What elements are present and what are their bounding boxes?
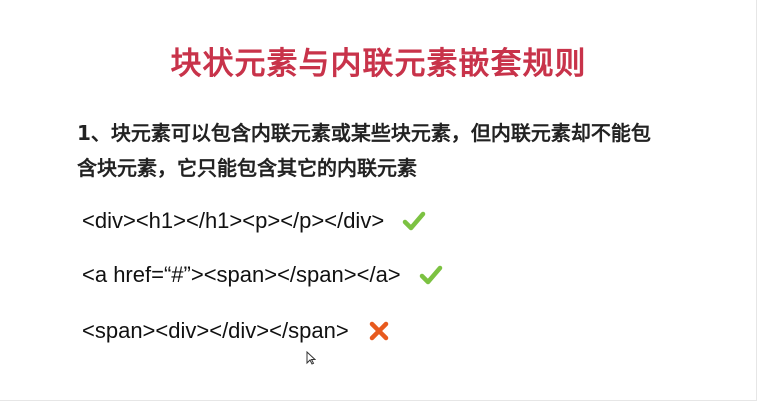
- rule-text: 1、块元素可以包含内联元素或某些块元素，但内联元素却不能包 含块元素，它只能包含…: [77, 116, 697, 186]
- mouse-cursor-icon: [306, 350, 317, 365]
- example-code-2: <a href=“#”><span></span></a>: [82, 262, 401, 287]
- example-row-3: <span><div></div></span>: [82, 318, 391, 344]
- cross-icon: [367, 319, 391, 343]
- example-code-3: <span><div></div></span>: [82, 318, 349, 343]
- rule-line-2: 含块元素，它只能包含其它的内联元素: [77, 156, 417, 180]
- example-row-1: <div><h1></h1><p></p></div>: [82, 208, 426, 234]
- check-icon: [419, 263, 443, 287]
- example-code-1: <div><h1></h1><p></p></div>: [82, 208, 385, 233]
- check-icon: [402, 209, 426, 233]
- example-row-2: <a href=“#”><span></span></a>: [82, 262, 443, 288]
- rule-line-1: 1、块元素可以包含内联元素或某些块元素，但内联元素却不能包: [77, 121, 651, 145]
- slide: 块状元素与内联元素嵌套规则 1、块元素可以包含内联元素或某些块元素，但内联元素却…: [0, 0, 757, 401]
- slide-title: 块状元素与内联元素嵌套规则: [170, 46, 587, 82]
